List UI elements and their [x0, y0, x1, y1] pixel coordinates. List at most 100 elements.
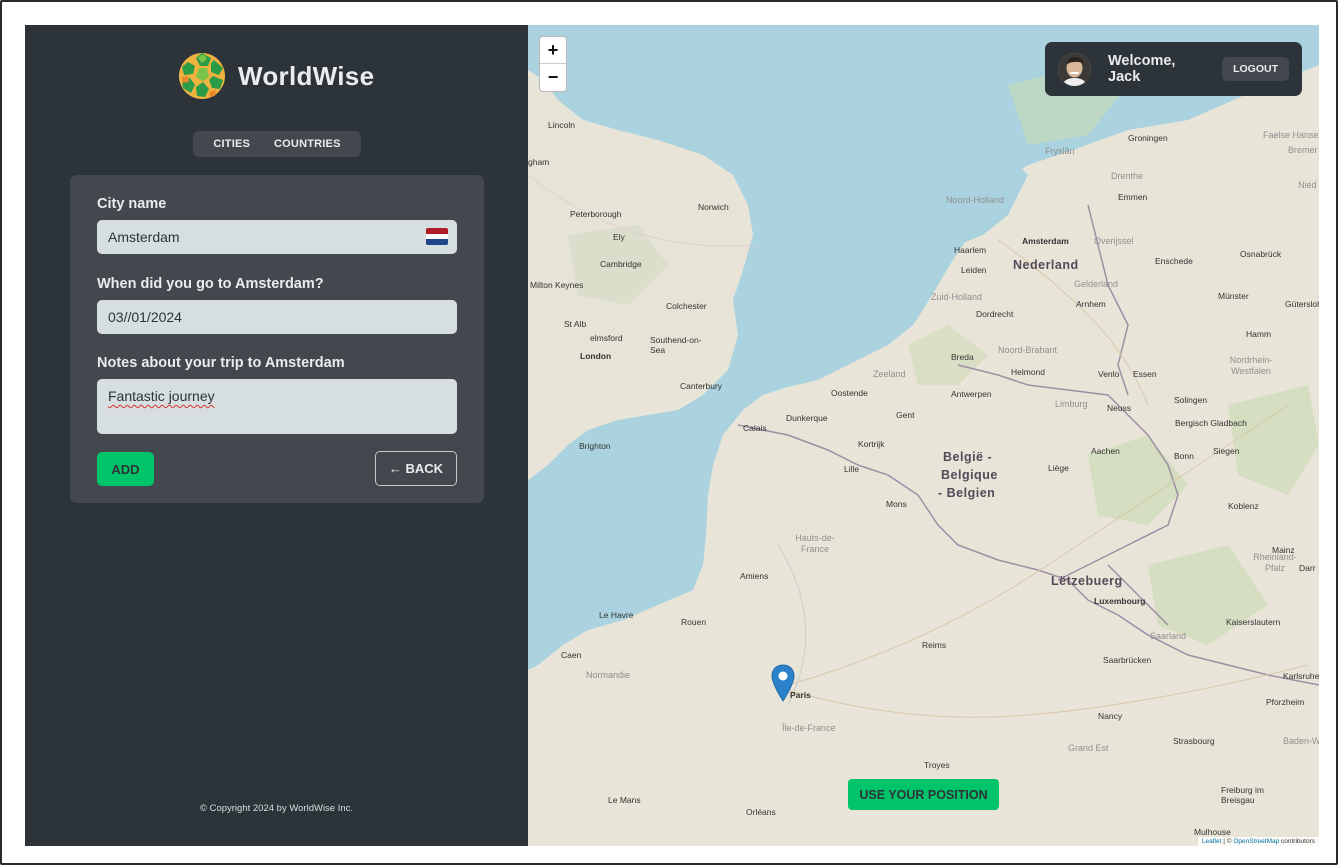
- user-card: Welcome, Jack LOGOUT: [1045, 42, 1302, 96]
- map[interactable]: Nederland België - Belgique - Belgien Lë…: [528, 25, 1319, 846]
- brand-name: WorldWise: [238, 60, 375, 91]
- map-label-orleans: Orléans: [746, 807, 776, 817]
- map-label-zeeland: Zeeland: [873, 369, 906, 379]
- logout-button[interactable]: LOGOUT: [1222, 57, 1289, 81]
- date-input[interactable]: 03//01/2024: [97, 300, 457, 334]
- map-attribution: Leaflet | © OpenStreetMap contributors: [1197, 837, 1319, 846]
- add-button[interactable]: ADD: [97, 452, 154, 486]
- tab-cities[interactable]: CITIES: [201, 134, 262, 154]
- leaflet-link[interactable]: Leaflet: [1202, 838, 1222, 845]
- map-label-norwich: Norwich: [698, 202, 729, 212]
- map-label-helmond: Helmond: [1011, 367, 1046, 377]
- map-label-nancy: Nancy: [1098, 711, 1123, 721]
- map-label-reims: Reims: [922, 640, 947, 650]
- notes-value: Fantastic journey: [108, 388, 215, 404]
- map-label-bremer: Bremer: [1288, 145, 1318, 155]
- city-name-input[interactable]: Amsterdam: [97, 220, 457, 254]
- logo[interactable]: WorldWise: [178, 52, 374, 100]
- map-label-strasbourg: Strasbourg: [1173, 736, 1215, 746]
- map-label-munster: Münster: [1218, 291, 1249, 301]
- map-label-stalb: St Alb: [564, 319, 587, 329]
- date-label: When did you go to Amsterdam?: [97, 276, 324, 292]
- map-label-southend: Southend-on-Sea: [650, 335, 702, 355]
- map-label-brighton: Brighton: [579, 441, 611, 451]
- map-label-cambridge: Cambridge: [600, 259, 642, 269]
- city-name-value: Amsterdam: [108, 229, 180, 245]
- map-label-enschede: Enschede: [1155, 256, 1193, 266]
- zoom-in-button[interactable]: +: [540, 37, 566, 64]
- map-label-lehavre: Le Havre: [599, 610, 634, 620]
- use-position-button[interactable]: USE YOUR POSITION: [848, 779, 999, 810]
- map-label-limburg: Limburg: [1055, 399, 1088, 409]
- map-label-baden-w: Baden-W: [1283, 736, 1319, 746]
- map-label-osnabruck: Osnabrück: [1240, 249, 1282, 259]
- map-label-caen: Caen: [561, 650, 582, 660]
- map-label-zuid-holland: Zuid-Holland: [931, 292, 983, 302]
- avatar: [1058, 52, 1091, 86]
- map-label-lemans: Le Mans: [608, 795, 641, 805]
- map-label-solingen: Solingen: [1174, 395, 1208, 405]
- map-label-troyes: Troyes: [924, 760, 950, 770]
- map-label-mons: Mons: [886, 499, 907, 509]
- map-label-amsterdam: Amsterdam: [1022, 236, 1069, 246]
- map-label-oostende: Oostende: [831, 388, 868, 398]
- map-label-noord-holland: Noord-Holland: [946, 195, 1005, 205]
- map-label-haarlem: Haarlem: [954, 245, 987, 255]
- map-tiles[interactable]: [528, 25, 1319, 846]
- notes-textarea[interactable]: Fantastic journey: [97, 379, 457, 434]
- map-label-london: London: [580, 351, 612, 361]
- map-label-normandie: Normandie: [586, 670, 631, 680]
- map-label-chelmsford: elmsford: [590, 333, 623, 343]
- copyright-footer: © Copyright 2024 by WorldWise Inc.: [199, 803, 354, 814]
- map-label-rheinland-pfalz: Rheinland-Pfalz: [1253, 552, 1297, 573]
- zoom-out-button[interactable]: −: [540, 64, 566, 91]
- map-label-leiden: Leiden: [961, 265, 987, 275]
- map-label-drenthe: Drenthe: [1111, 171, 1144, 181]
- map-label-faelse-hanse: Faelse Hanse: [1263, 130, 1319, 140]
- map-label-rouen: Rouen: [681, 617, 707, 627]
- sidebar: WorldWise CITIES COUNTRIES City name Ams…: [25, 25, 528, 846]
- map-label-gham: gham: [528, 157, 550, 167]
- add-city-form: City name Amsterdam When did you go to A…: [70, 175, 484, 503]
- app-layout: WorldWise CITIES COUNTRIES City name Ams…: [25, 25, 1319, 846]
- map-label-hamm: Hamm: [1246, 329, 1272, 339]
- map-label-gelderland: Gelderland: [1074, 279, 1119, 289]
- map-label-letzebuerg: Lëtzebuerg: [1051, 574, 1123, 588]
- tab-countries[interactable]: COUNTRIES: [262, 134, 353, 154]
- map-label-siegen: Siegen: [1213, 446, 1240, 456]
- map-label-hauts-de-france: Hauts-de-France: [795, 533, 835, 554]
- map-label-aachen: Aachen: [1091, 446, 1120, 456]
- map-label-lille: Lille: [844, 464, 860, 474]
- map-label-groningen: Groningen: [1128, 133, 1168, 143]
- map-label-grand-est: Grand Est: [1068, 743, 1109, 753]
- user-avatar-icon: [1058, 52, 1091, 86]
- map-label-kortrijk: Kortrijk: [858, 439, 885, 449]
- zoom-control: + −: [539, 36, 567, 92]
- map-label-nordrhein-westfalen: Nordrhein-Westfalen: [1229, 355, 1273, 376]
- map-label-saarland: Saarland: [1150, 631, 1187, 641]
- map-label-fryslan: Fryslân: [1045, 146, 1075, 156]
- map-label-antwerpen: Antwerpen: [951, 389, 992, 399]
- notes-label: Notes about your trip to Amsterdam: [97, 355, 345, 371]
- map-label-milton: Milton Keynes: [530, 280, 584, 290]
- map-label-luxembourg: Luxembourg: [1094, 596, 1146, 606]
- map-label-neuss: Neuss: [1107, 403, 1132, 413]
- map-label-dunkerque: Dunkerque: [786, 413, 828, 423]
- map-label-arnhem: Arnhem: [1076, 299, 1106, 309]
- map-label-freiburg: Freiburg im Breisgau: [1221, 785, 1264, 805]
- netherlands-flag-icon: [426, 228, 448, 245]
- city-marker-icon[interactable]: [771, 664, 795, 702]
- map-label-calais: Calais: [743, 423, 767, 433]
- map-label-dordrecht: Dordrecht: [976, 309, 1014, 319]
- back-button[interactable]: ← BACK: [375, 451, 457, 486]
- map-label-overijssel: Overijssel: [1094, 236, 1134, 246]
- map-label-canterbury: Canterbury: [680, 381, 723, 391]
- map-label-noord-brabant: Noord-Brabant: [998, 345, 1058, 355]
- map-label-gent: Gent: [896, 410, 915, 420]
- date-value: 03//01/2024: [108, 309, 182, 325]
- map-label-ely: Ely: [613, 232, 625, 242]
- map-label-darm: Darr: [1299, 563, 1316, 573]
- map-label-liege: Liège: [1048, 463, 1069, 473]
- map-label-bonn: Bonn: [1174, 451, 1194, 461]
- osm-link[interactable]: OpenStreetMap: [1233, 838, 1279, 845]
